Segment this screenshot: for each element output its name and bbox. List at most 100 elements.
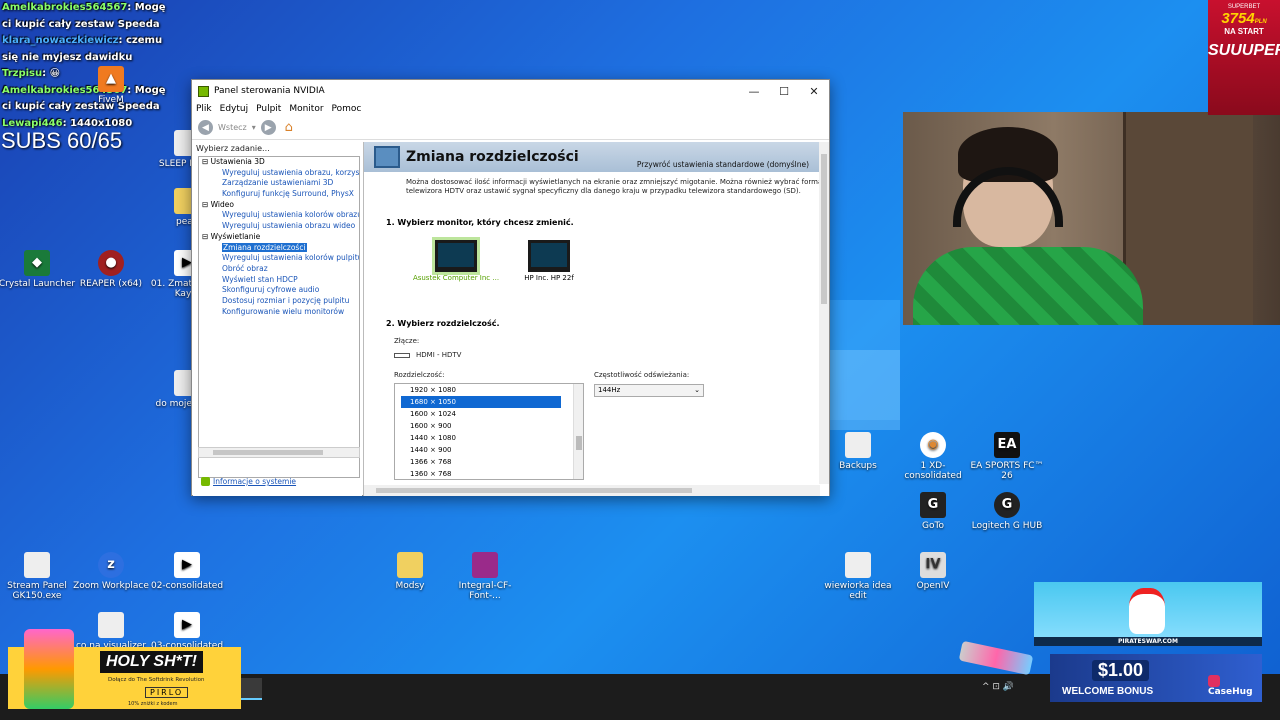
desktop-icon-03consolidated[interactable]: ▶ 03-consolidated — [148, 612, 226, 651]
logitech-icon: G — [994, 492, 1020, 518]
connector-value: HDMI - HDTV — [394, 351, 461, 359]
tree-item[interactable]: Wyreguluj ustawienia obrazu, korzystając — [199, 168, 359, 179]
goto-icon: G — [920, 492, 946, 518]
back-label[interactable]: Wstecz — [218, 123, 247, 132]
chat-message: Amelkabrokies564567: Mogę ci kupić cały … — [2, 2, 166, 30]
ad-brand: SUPERBET — [1227, 4, 1261, 10]
ad-slogan: SUUUPER — [1208, 42, 1280, 59]
desktop-icon-integral[interactable]: Integral-CF-Font-... — [446, 552, 524, 601]
menu-pulpit[interactable]: Pulpit — [256, 104, 281, 114]
media-icon: ▶ — [174, 612, 200, 638]
minimize-button[interactable]: — — [739, 85, 769, 98]
desktop-icon-goto[interactable]: G GoTo — [894, 492, 972, 531]
chat-message: klara_nowaczkiewicz: czemu się nie myjes… — [2, 35, 163, 63]
monitor-hp[interactable]: HP Inc. HP 22f — [504, 240, 594, 282]
monitor-asustek[interactable]: Asustek Computer Inc ... — [411, 240, 501, 282]
tree-item[interactable]: Wyświetl stan HDCP — [199, 275, 359, 286]
resolution-option[interactable]: 1440 × 900 — [395, 444, 583, 456]
system-info-link[interactable]: Informacje o systemie — [201, 477, 296, 486]
tree-item[interactable]: Konfigurowanie wielu monitorów — [199, 307, 359, 318]
ad-subline: NA START — [1224, 27, 1264, 36]
scroll-thumb[interactable] — [213, 450, 323, 455]
tree-item[interactable]: Obróć obraz — [199, 264, 359, 275]
resolution-option[interactable]: 1440 × 1080 — [395, 432, 583, 444]
page-title: Zmiana rozdzielczości — [406, 149, 579, 165]
crystal-icon: ◆ — [24, 250, 50, 276]
monitor-label: Asustek Computer Inc ... — [412, 274, 500, 282]
resolution-option[interactable]: 1600 × 900 — [395, 420, 583, 432]
close-button[interactable]: ✕ — [799, 85, 829, 98]
nvidia-control-panel-window: Panel sterowania NVIDIA — ☐ ✕ Plik Edytu… — [191, 79, 830, 496]
tree-category[interactable]: ⊟ Wyświetlanie — [199, 232, 359, 243]
scroll-thumb[interactable] — [376, 488, 692, 493]
pistol-graphic — [958, 640, 1034, 676]
restore-defaults-link[interactable]: Przywróć ustawienia standardowe (domyśln… — [637, 160, 809, 169]
chevron-down-icon[interactable]: ▾ — [252, 123, 256, 132]
taskbar-nvidia-app[interactable] — [240, 678, 262, 700]
desktop-icon-streampanel[interactable]: Stream Panel GK150.exe — [0, 552, 76, 601]
menu-bar: Plik Edytuj Pulpit Monitor Pomoc — [192, 102, 829, 116]
tree-item-selected[interactable]: Zmiana rozdzielczości — [199, 242, 359, 254]
desktop-icon-xd[interactable]: ◉ 1 XD-consolidated — [894, 432, 972, 481]
desktop-icon-fivem[interactable]: ▲ FiveM — [72, 66, 150, 105]
tree-item[interactable]: Konfiguruj funkcję Surround, PhysX — [199, 189, 359, 200]
hdmi-icon — [394, 352, 410, 358]
desktop-icon-backups[interactable]: Backups — [819, 432, 897, 471]
resolution-list[interactable]: 1920 × 1080 1680 × 1050 1600 × 1024 1600… — [394, 383, 584, 480]
home-icon[interactable]: ⌂ — [281, 120, 297, 136]
superbet-ad: SUPERBET 3754PLN NA START SUUUPER — [1208, 0, 1280, 115]
bonus-text: WELCOME BONUS — [1062, 686, 1154, 697]
menu-edytuj[interactable]: Edytuj — [220, 104, 248, 114]
holy-subline: Dołącz do The Softdrink Revolution — [108, 677, 205, 683]
desktop-icon-easports[interactable]: EA EA SPORTS FC™ 26 — [968, 432, 1046, 481]
folder-icon — [397, 552, 423, 578]
refresh-rate-label: Częstotliwość odświeżania: — [594, 371, 690, 379]
tree-horizontal-scrollbar[interactable] — [198, 447, 360, 458]
desktop-icon-wiewiorka[interactable]: wiewiorka idea edit — [819, 552, 897, 601]
resolution-option-selected[interactable]: 1680 × 1050 — [401, 396, 561, 408]
menu-pomoc[interactable]: Pomoc — [332, 104, 362, 114]
tree-item[interactable]: Wyreguluj ustawienia kolorów pulpitu — [199, 253, 359, 264]
scroll-thumb[interactable] — [576, 436, 582, 450]
streamer-shirt — [913, 247, 1143, 325]
system-info-label[interactable]: Informacje o systemie — [213, 477, 296, 486]
resolution-option[interactable]: 1600 × 1024 — [395, 408, 583, 420]
desktop-icon-zoom[interactable]: z Zoom Workplace — [72, 552, 150, 591]
desktop-icon-modsy[interactable]: Modsy — [371, 552, 449, 591]
tree-item[interactable]: Wyreguluj ustawienia kolorów obrazu wide… — [199, 210, 359, 221]
desktop-icon-openiv[interactable]: IV OpenIV — [894, 552, 972, 591]
maximize-button[interactable]: ☐ — [769, 85, 799, 98]
title-bar[interactable]: Panel sterowania NVIDIA — ☐ ✕ — [192, 80, 829, 102]
refresh-rate-value: 144Hz — [598, 386, 621, 394]
file-icon — [98, 612, 124, 638]
tree-item[interactable]: Skonfiguruj cyfrowe audio — [199, 285, 359, 296]
menu-plik[interactable]: Plik — [196, 104, 212, 114]
desktop-icon-logitech[interactable]: G Logitech G HUB — [968, 492, 1046, 531]
resolution-list-scrollbar[interactable] — [573, 384, 583, 479]
content-vertical-scrollbar[interactable] — [819, 142, 829, 484]
connector-label: Złącze: — [394, 337, 420, 345]
forward-arrow-icon[interactable]: ▶ — [260, 120, 276, 135]
tree-category[interactable]: ⊟ Ustawienia 3D — [199, 157, 359, 168]
scroll-thumb[interactable] — [821, 154, 827, 304]
rooster-mascot — [1129, 588, 1165, 634]
bonus-amount: $1.00 — [1092, 660, 1150, 681]
resolution-option[interactable]: 1366 × 768 — [395, 456, 583, 468]
resolution-option[interactable]: 1920 × 1080 — [395, 384, 583, 396]
refresh-rate-select[interactable]: 144Hz ⌄ — [594, 384, 704, 397]
tree-item[interactable]: Zarządzanie ustawieniami 3D — [199, 178, 359, 189]
desktop-icon-02consolidated[interactable]: ▶ 02-consolidated — [148, 552, 226, 591]
tree-item[interactable]: Wyreguluj ustawienia obrazu wideo — [199, 221, 359, 232]
resolution-option[interactable]: 1360 × 768 — [395, 468, 583, 479]
holy-ad: HOLY SH*T! Dołącz do The Softdrink Revol… — [8, 629, 241, 709]
toolbar: ◀ Wstecz ▾ ▶ ⌂ — [192, 116, 829, 140]
content-horizontal-scrollbar[interactable] — [364, 485, 820, 496]
back-arrow-icon[interactable]: ◀ — [198, 120, 213, 135]
tree-category[interactable]: ⊟ Wideo — [199, 200, 359, 211]
desktop-icon-reaper[interactable]: ● REAPER (x64) — [72, 250, 150, 289]
menu-monitor[interactable]: Monitor — [289, 104, 323, 114]
desktop-icon-crystal[interactable]: ◆ Crystal Launcher — [0, 250, 76, 289]
desktop-icon-conavis[interactable]: co na visualizer — [72, 612, 150, 651]
tree-item[interactable]: Dostosuj rozmiar i pozycję pulpitu — [199, 296, 359, 307]
easports-icon: EA — [994, 432, 1020, 458]
